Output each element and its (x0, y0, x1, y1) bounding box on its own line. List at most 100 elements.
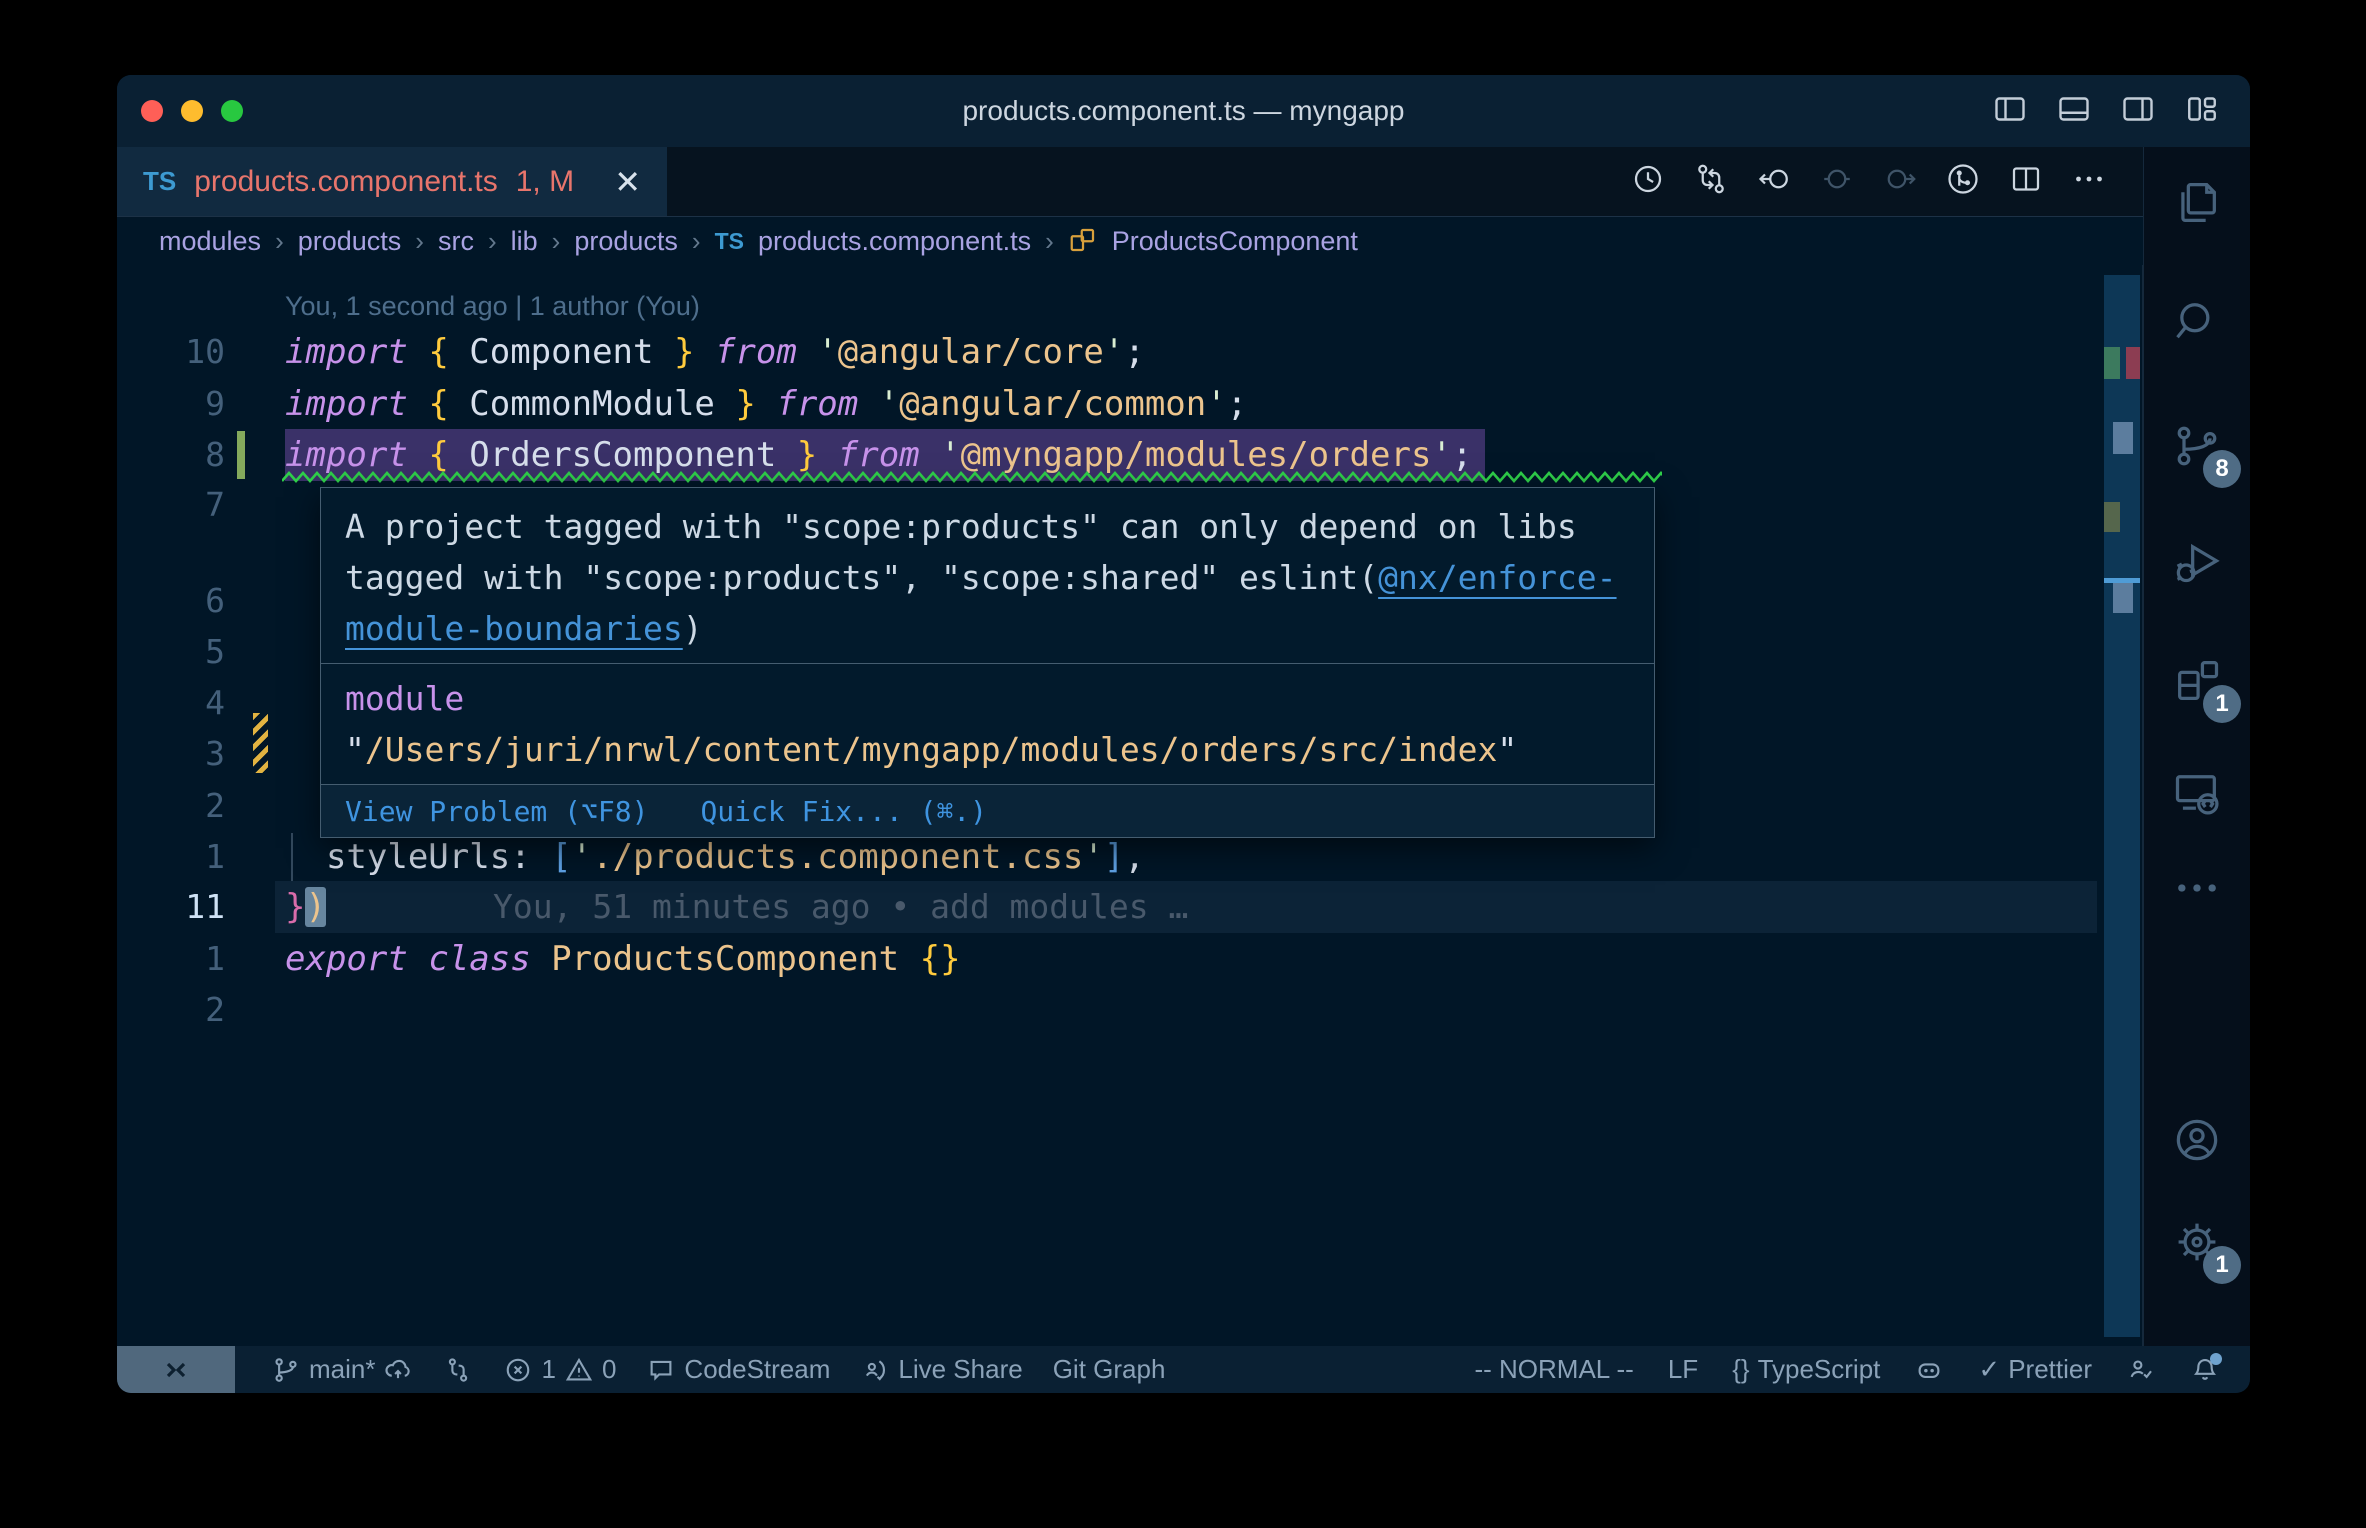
editor-actions (1630, 147, 2143, 216)
line-number[interactable]: 2 (117, 984, 225, 1036)
eslint-rule-link[interactable]: @nx/enforce- (1378, 558, 1616, 597)
next-change-icon (1882, 161, 1918, 202)
line-number[interactable]: 6 (117, 575, 225, 627)
line-number[interactable]: 7 (117, 479, 225, 531)
error-module-info: module "/Users/juri/nrwl/content/myngapp… (321, 663, 1654, 784)
code-line[interactable]: 10 import { Component } from '@angular/co… (117, 326, 2102, 378)
git-compare-icon[interactable] (1693, 161, 1729, 202)
copilot-icon (1918, 1362, 1940, 1378)
code-editor[interactable]: A project tagged with "scope:products" c… (117, 265, 2143, 1346)
feedback-status[interactable] (2126, 1355, 2156, 1385)
source-control-badge: 8 (2203, 450, 2241, 488)
tab-products-component[interactable]: TS products.component.ts 1, M ✕ (117, 147, 667, 216)
notifications-status[interactable] (2190, 1352, 2222, 1385)
line-number[interactable]: 4 (117, 677, 225, 729)
code-line[interactable]: 8 import { OrdersComponent } from '@mynga… (117, 429, 2102, 483)
line-number[interactable]: 11 (117, 881, 225, 933)
warning-icon (565, 1357, 593, 1380)
line-number[interactable]: 1 (117, 831, 225, 883)
toggle-secondary-sidebar-icon[interactable] (2120, 91, 2156, 132)
git-branch-status[interactable]: main* (271, 1354, 413, 1385)
overview-ruler-mark (2126, 347, 2140, 379)
gitlens-compare-status[interactable] (443, 1355, 473, 1385)
timeline-history-icon[interactable] (1630, 161, 1666, 202)
gitlens-inline-blame: You, 51 minutes ago • add modules … (493, 887, 1189, 926)
accounts-icon[interactable] (2165, 1108, 2229, 1172)
feedback-person-icon (2130, 1359, 2152, 1378)
eslint-rule-link[interactable]: module-boundaries (345, 609, 683, 648)
overview-ruler[interactable] (2104, 275, 2140, 1337)
code-text: styleUrls: ['./products.component.css'], (325, 837, 1145, 877)
previous-change-icon[interactable] (1756, 161, 1792, 202)
language-status[interactable]: {} TypeScript (1732, 1354, 1880, 1385)
customize-layout-icon[interactable] (2184, 91, 2220, 132)
line-number[interactable]: 10 (117, 326, 225, 378)
live-share-status[interactable]: Live Share (860, 1354, 1023, 1385)
gitlens-graph-icon[interactable] (1945, 161, 1981, 202)
vim-block-cursor: ) (305, 887, 326, 927)
code-line[interactable]: You, 1 second ago | 1 author (You) (117, 280, 2102, 332)
settings-badge: 1 (2203, 1246, 2241, 1284)
copilot-status[interactable] (1914, 1355, 1944, 1385)
code-line[interactable]: 2 (117, 984, 2102, 1036)
error-icon (507, 1358, 530, 1381)
breadcrumb-dir[interactable]: products (574, 226, 678, 257)
chevron-right-icon: › (691, 225, 701, 256)
code-text: import { CommonModule } from '@angular/c… (285, 384, 1248, 424)
chevron-right-icon: › (487, 225, 497, 256)
line-number[interactable] (117, 280, 225, 332)
additional-views-icon[interactable] (2165, 856, 2229, 920)
line-number[interactable]: 2 (117, 780, 225, 832)
breadcrumb-dir[interactable]: lib (511, 226, 538, 257)
unchanged-region-icon (1819, 161, 1855, 202)
problems-status[interactable]: 1 0 (503, 1354, 616, 1385)
extensions-icon[interactable]: 1 (2165, 649, 2241, 723)
code-line[interactable]: 1 styleUrls: ['./products.component.css'… (117, 831, 2102, 883)
line-number[interactable]: 8 (117, 429, 225, 481)
error-hover-tooltip: A project tagged with "scope:products" c… (320, 487, 1655, 838)
code-line[interactable]: 9 import { CommonModule } from '@angular/… (117, 378, 2102, 430)
tab-bar: TS products.component.ts 1, M ✕ (117, 147, 2143, 217)
eol-status[interactable]: LF (1668, 1354, 1698, 1385)
remote-indicator[interactable] (117, 1346, 235, 1393)
overview-ruler-mark (2113, 422, 2133, 454)
typescript-file-icon: TS (143, 166, 177, 196)
vim-mode-status[interactable]: -- NORMAL -- (1474, 1354, 1633, 1385)
run-debug-icon[interactable] (2165, 531, 2229, 595)
breadcrumb-dir[interactable]: src (438, 226, 474, 257)
remote-explorer-icon[interactable] (2165, 761, 2229, 825)
search-icon[interactable] (2165, 289, 2229, 353)
toggle-primary-sidebar-icon[interactable] (1992, 91, 2028, 132)
line-number[interactable]: 9 (117, 378, 225, 430)
tab-close-icon[interactable]: ✕ (614, 166, 641, 198)
source-control-icon[interactable]: 8 (2165, 414, 2241, 488)
chevron-right-icon: › (415, 225, 424, 256)
breadcrumb-symbol[interactable]: ProductsComponent (1112, 226, 1358, 257)
vscode-window: products.component.ts — myngapp TS produ… (117, 75, 2250, 1393)
git-graph-status[interactable]: Git Graph (1053, 1354, 1166, 1385)
line-number[interactable]: 3 (117, 728, 225, 780)
tab-problem-badge: 1, M (515, 164, 575, 198)
error-message: A project tagged with "scope:products" c… (345, 507, 1617, 648)
toggle-panel-icon[interactable] (2056, 91, 2092, 132)
more-actions-icon[interactable] (2071, 161, 2107, 202)
overview-ruler-mark (2113, 583, 2133, 613)
prettier-status[interactable]: ✓ Prettier (1978, 1354, 2092, 1385)
overview-ruler-mark (2104, 347, 2120, 379)
codestream-status[interactable]: CodeStream (646, 1354, 830, 1385)
split-editor-icon[interactable] (2008, 161, 2044, 202)
breadcrumb-dir[interactable]: modules (159, 226, 261, 257)
settings-gear-icon[interactable]: 1 (2165, 1210, 2241, 1284)
view-problem-button[interactable]: View Problem (⌥F8) (345, 795, 648, 828)
extensions-badge: 1 (2203, 685, 2241, 723)
breadcrumb-dir[interactable]: products (298, 226, 402, 257)
code-line[interactable]: 1 export class ProductsComponent {} (117, 933, 2102, 985)
line-number[interactable]: 5 (117, 626, 225, 678)
line-number[interactable]: 1 (117, 933, 225, 985)
explorer-icon[interactable] (2165, 170, 2229, 234)
quick-fix-button[interactable]: Quick Fix... (⌘.) (700, 795, 987, 828)
activity-bar: 8 1 1 (2143, 147, 2250, 1346)
code-line[interactable]: 11}) You, 51 minutes ago • add modules … (117, 881, 2102, 933)
breadcrumb-file[interactable]: products.component.ts (758, 226, 1031, 257)
breadcrumb: modules › products › src › lib › product… (117, 217, 2143, 265)
